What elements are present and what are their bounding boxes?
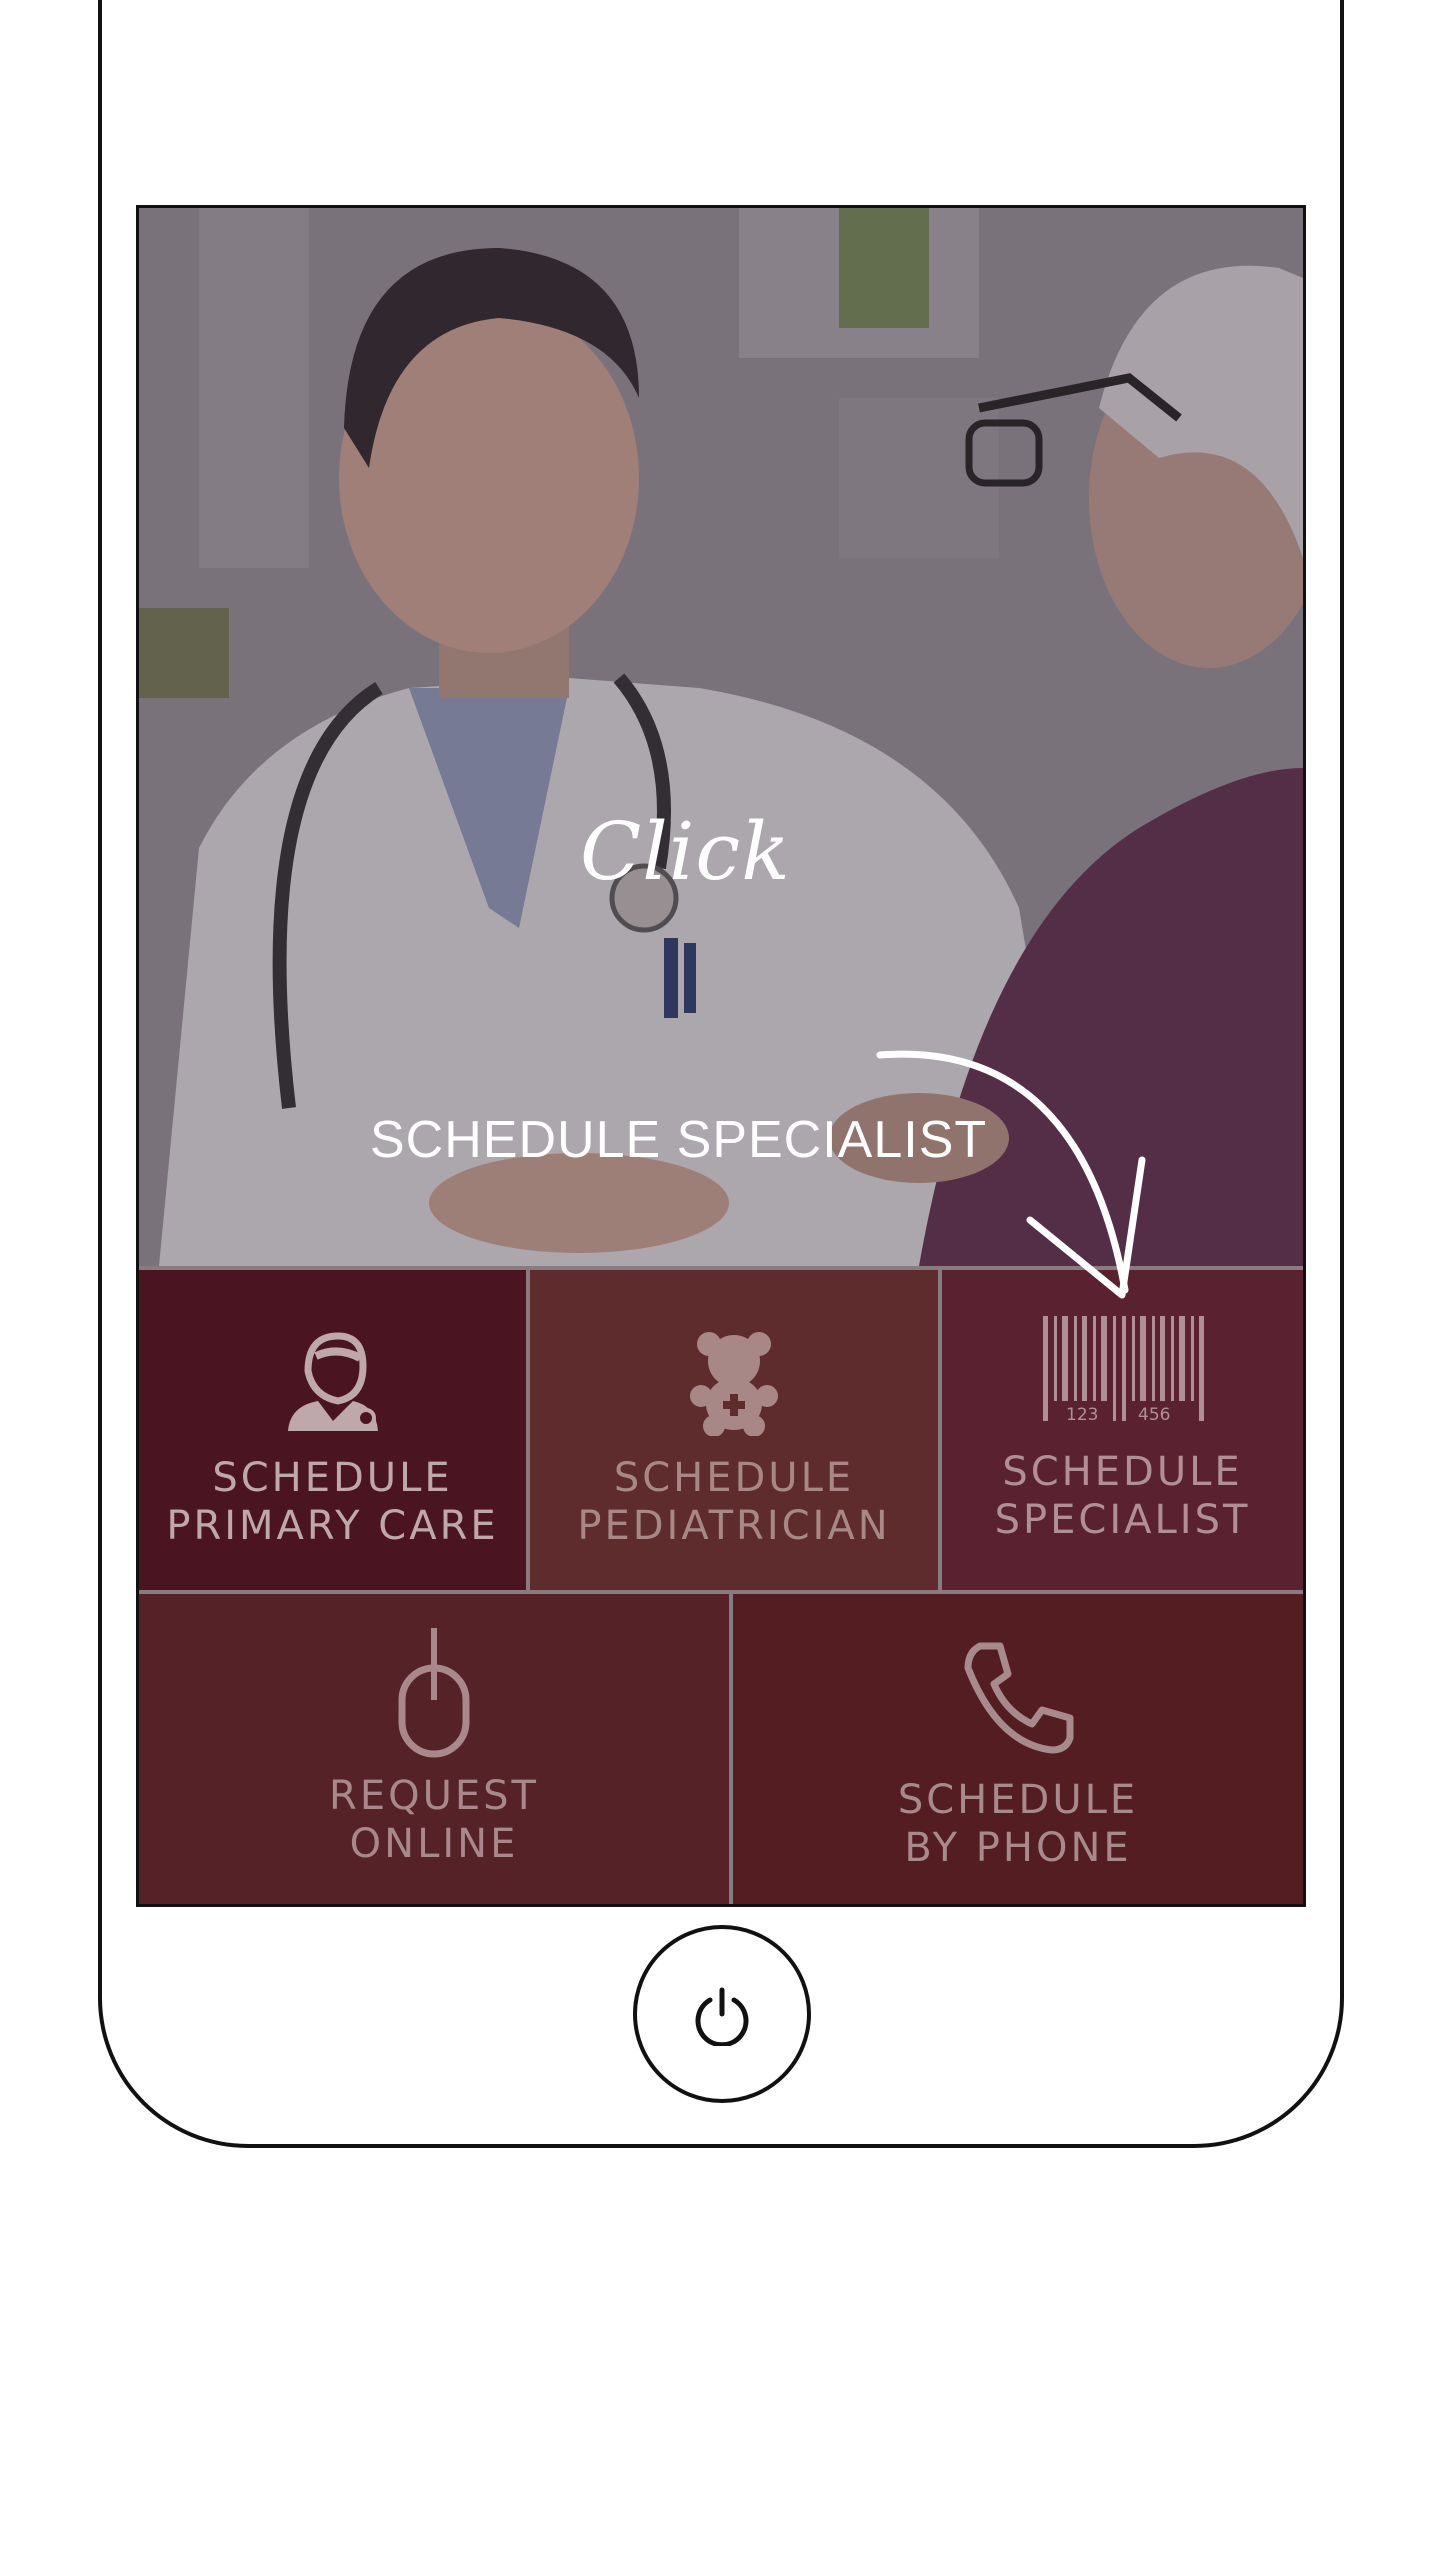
tile-label-line2: BY PHONE <box>904 1825 1132 1871</box>
tile-label-line2: ONLINE <box>349 1821 519 1867</box>
phone-icon <box>964 1642 1074 1754</box>
power-icon <box>695 1987 749 2046</box>
tile-label-line2: PEDIATRICIAN <box>577 1503 891 1549</box>
tile-label-line1: SCHEDULE <box>212 1455 453 1501</box>
tile-label-line1: SCHEDULE <box>1002 1449 1243 1495</box>
schedule-by-phone-button[interactable]: SCHEDULE BY PHONE <box>733 1594 1303 1904</box>
schedule-primary-care-button[interactable]: SCHEDULE PRIMARY CARE <box>139 1270 526 1590</box>
barcode-digits-right: 456 <box>1138 1405 1170 1425</box>
teddy-bear-icon <box>690 1332 778 1436</box>
app-screen: SCHEDULE PRIMARY CARE SCHEDULE PEDIATRIC… <box>136 205 1306 1907</box>
hero-photo <box>139 208 1303 1266</box>
tile-label-line1: REQUEST <box>329 1773 539 1819</box>
request-online-button[interactable]: REQUEST ONLINE <box>139 1594 729 1904</box>
tile-label-line2: SPECIALIST <box>994 1497 1251 1543</box>
photo-overlay <box>139 208 1303 1266</box>
barcode-digits-left: 123 <box>1066 1405 1098 1425</box>
barcode-icon: 123 456 <box>1042 1316 1204 1425</box>
schedule-specialist-button[interactable]: 123 456 SCHEDULE SPECIALIST <box>942 1270 1303 1590</box>
home-button[interactable] <box>633 1925 811 2103</box>
tile-label-line1: SCHEDULE <box>897 1777 1139 1823</box>
tile-label-line1: SCHEDULE <box>613 1455 855 1501</box>
schedule-pediatrician-button[interactable]: SCHEDULE PEDIATRICIAN <box>530 1270 938 1590</box>
tile-label-line2: PRIMARY CARE <box>166 1503 499 1549</box>
mouse-icon <box>398 1628 470 1758</box>
doctor-icon <box>287 1332 378 1431</box>
